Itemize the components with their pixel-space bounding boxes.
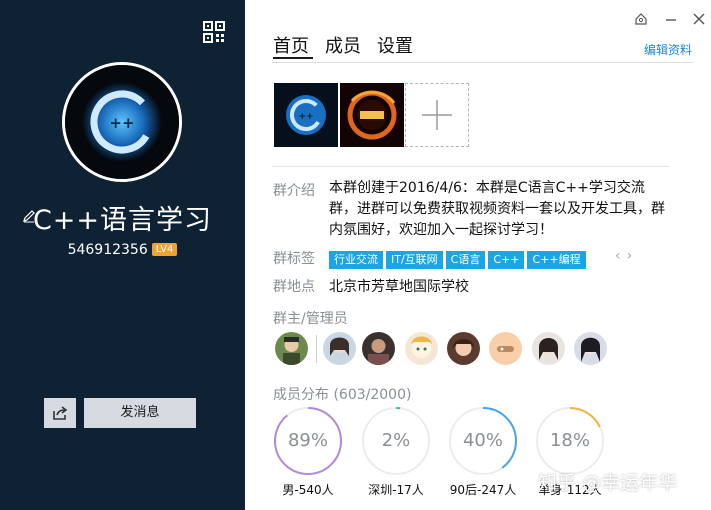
- tag-item[interactable]: C语言: [445, 251, 486, 269]
- distribution-caption: 深圳-17人: [368, 483, 424, 497]
- admin-avatar[interactable]: [489, 332, 522, 365]
- close-icon[interactable]: [692, 12, 706, 26]
- svg-text:++: ++: [109, 114, 134, 132]
- distribution-ring[interactable]: 40%: [447, 405, 519, 477]
- group-id: 546912356: [67, 242, 148, 258]
- distribution-ring[interactable]: 18%: [534, 405, 606, 477]
- owner-separator: [316, 335, 317, 363]
- admin-avatar[interactable]: [532, 332, 565, 365]
- add-photo-button[interactable]: [405, 83, 469, 147]
- intro-label: 群介绍: [273, 183, 315, 199]
- svg-text:++: ++: [298, 112, 313, 122]
- edit-profile-link[interactable]: 编辑资料: [644, 41, 692, 58]
- share-icon: [53, 406, 68, 420]
- chevron-right-icon[interactable]: ›: [627, 248, 639, 264]
- location-label: 群地点: [273, 279, 315, 295]
- send-message-button[interactable]: 发消息: [84, 398, 196, 428]
- group-photo-cpp[interactable]: ++: [274, 83, 338, 147]
- distribution-percent: 89%: [287, 430, 328, 451]
- group-profile-panel: ++ C++语言学习 546912356 LV4 发消息: [0, 0, 245, 510]
- tab-bar: 首页 成员 设置: [273, 32, 429, 58]
- distribution-percent: 40%: [462, 430, 503, 451]
- group-name: C++语言学习: [32, 205, 213, 236]
- distribution-ring[interactable]: 89%: [272, 405, 344, 477]
- share-button[interactable]: [44, 398, 76, 428]
- chevron-left-icon[interactable]: ‹: [615, 248, 627, 264]
- tags-label: 群标签: [273, 251, 315, 267]
- admin-avatar[interactable]: [447, 332, 480, 365]
- location-value: 北京市芳草地国际学校: [329, 279, 469, 295]
- header-divider: [272, 62, 693, 63]
- skin-icon[interactable]: [634, 12, 648, 26]
- level-badge: LV4: [151, 243, 178, 256]
- group-id-row: 546912356 LV4: [0, 242, 245, 258]
- admin-avatar[interactable]: [323, 332, 356, 365]
- tag-scroll-arrows: ‹›: [615, 248, 638, 264]
- photos-divider: [272, 166, 669, 167]
- distribution-percent: 2%: [381, 430, 411, 451]
- intro-text: 本群创建于2016/4/6：本群是C语言C++学习交流群，进群可以免费获取视频资…: [329, 180, 665, 238]
- admins-label: 群主/管理员: [273, 311, 348, 327]
- group-avatar[interactable]: ++: [62, 62, 182, 182]
- admin-avatar[interactable]: [275, 332, 308, 365]
- tag-item[interactable]: C++: [488, 251, 525, 269]
- distribution-caption: 男-540人: [282, 483, 334, 497]
- admin-avatar[interactable]: [405, 332, 438, 365]
- tag-item[interactable]: 行业交流: [329, 251, 383, 269]
- admin-avatar[interactable]: [362, 332, 395, 365]
- distribution-percent: 18%: [549, 430, 590, 451]
- active-tab-indicator: [273, 57, 313, 59]
- group-photo-dragon[interactable]: [340, 83, 404, 147]
- plus-icon: [422, 100, 452, 130]
- group-name-row: C++语言学习: [0, 198, 245, 237]
- tag-item[interactable]: C++编程: [527, 251, 586, 269]
- distribution-caption: 90后-247人: [449, 483, 517, 497]
- distribution-ring[interactable]: 2%: [360, 405, 432, 477]
- admin-avatar[interactable]: [574, 332, 607, 365]
- qr-code-icon[interactable]: [203, 21, 225, 43]
- edit-pencil-icon[interactable]: [22, 209, 36, 223]
- tag-list: 行业交流 IT/互联网 C语言 C++ C++编程: [329, 248, 589, 269]
- tag-item[interactable]: IT/互联网: [386, 251, 443, 269]
- tab-home[interactable]: 首页: [273, 32, 309, 58]
- minimize-icon[interactable]: [664, 12, 678, 26]
- tab-settings[interactable]: 设置: [377, 32, 413, 58]
- distribution-label: 成员分布 (603/2000): [273, 387, 412, 403]
- tab-members[interactable]: 成员: [325, 32, 361, 58]
- watermark: 知乎 @幸运年华: [538, 472, 678, 494]
